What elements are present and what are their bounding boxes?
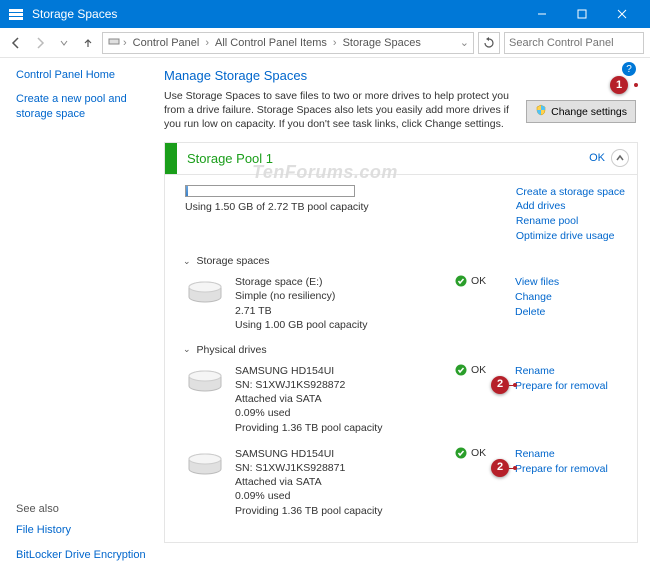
nav-bar: › Control Panel › All Control Panel Item… <box>0 28 650 58</box>
app-icon <box>8 6 24 22</box>
space-usage: Using 1.00 GB pool capacity <box>235 318 455 332</box>
close-button[interactable] <box>602 0 642 28</box>
pool-action-links: Create a storage space Add drives Rename… <box>516 185 625 244</box>
control-panel-home-link[interactable]: Control Panel Home <box>16 68 152 82</box>
capacity-bar <box>185 185 355 197</box>
rename-drive-link[interactable]: Rename <box>515 447 625 462</box>
status-text: OK <box>471 364 486 376</box>
capacity-text: Using 1.50 GB of 2.72 TB pool capacity <box>185 201 516 213</box>
help-icon[interactable]: ? <box>622 62 636 76</box>
drive-model: SAMSUNG HD154UI <box>235 364 455 378</box>
rename-drive-link[interactable]: Rename <box>515 364 625 379</box>
chevron-right-icon: › <box>333 37 337 49</box>
file-history-link[interactable]: File History <box>16 523 152 537</box>
drive-used: 0.09% used <box>235 406 455 420</box>
rename-pool-link[interactable]: Rename pool <box>516 214 625 229</box>
shield-icon <box>535 104 547 119</box>
status-text: OK <box>471 447 486 459</box>
chevron-down-icon: ⌄ <box>183 256 191 267</box>
create-pool-link[interactable]: Create a new pool and storage space <box>16 92 152 121</box>
page-heading: Manage Storage Spaces <box>164 68 638 83</box>
storage-pool: Storage Pool 1 OK Using 1.50 GB of 2.72 … <box>164 142 638 543</box>
pool-header: Storage Pool 1 OK <box>165 143 637 175</box>
change-settings-label: Change settings <box>551 106 627 118</box>
space-resiliency: Simple (no resiliency) <box>235 289 455 303</box>
collapse-button[interactable] <box>611 149 629 167</box>
minimize-button[interactable] <box>522 0 562 28</box>
chevron-down-icon: ⌄ <box>183 344 191 355</box>
drive-providing: Providing 1.36 TB pool capacity <box>235 504 455 518</box>
annotation-badge-1: 1 <box>610 76 628 94</box>
dropdown-icon[interactable]: ⌄ <box>460 36 469 49</box>
drive-used: 0.09% used <box>235 489 455 503</box>
change-settings-button[interactable]: Change settings <box>526 100 636 123</box>
status-text: OK <box>471 275 486 287</box>
prepare-removal-link[interactable]: Prepare for removal <box>515 379 625 394</box>
prepare-removal-link[interactable]: Prepare for removal <box>515 462 625 477</box>
drive-sn: SN: S1XWJ1KS928872 <box>235 378 455 392</box>
breadcrumb-item[interactable]: All Control Panel Items <box>211 37 331 49</box>
recent-dropdown[interactable] <box>54 33 74 53</box>
title-bar: Storage Spaces <box>0 0 650 28</box>
pool-status-bar <box>165 143 177 174</box>
pool-status: OK <box>589 152 611 164</box>
drive-icon <box>185 368 225 396</box>
ok-icon <box>455 364 467 376</box>
drive-icon <box>107 34 121 51</box>
breadcrumb-item[interactable]: Storage Spaces <box>339 37 425 49</box>
bitlocker-link[interactable]: BitLocker Drive Encryption <box>16 548 152 562</box>
search-input[interactable] <box>504 32 644 54</box>
optimize-link[interactable]: Optimize drive usage <box>516 229 625 244</box>
see-also-label: See also <box>16 503 152 515</box>
change-link[interactable]: Change <box>515 290 625 305</box>
breadcrumb[interactable]: › Control Panel › All Control Panel Item… <box>102 32 474 54</box>
up-button[interactable] <box>78 33 98 53</box>
storage-space-item: Storage space (E:) Simple (no resiliency… <box>185 275 625 332</box>
pool-name: Storage Pool 1 <box>177 151 589 166</box>
storage-spaces-section[interactable]: ⌄ Storage spaces <box>183 255 625 267</box>
annotation-badge-2: 2 <box>491 459 509 477</box>
annotation-badge-2: 2 <box>491 376 509 394</box>
physical-drive-item: SAMSUNG HD154UI SN: S1XWJ1KS928871 Attac… <box>185 447 625 518</box>
view-files-link[interactable]: View files <box>515 275 625 290</box>
drive-providing: Providing 1.36 TB pool capacity <box>235 421 455 435</box>
window-title: Storage Spaces <box>32 7 522 21</box>
create-space-link[interactable]: Create a storage space <box>516 185 625 200</box>
physical-drives-section[interactable]: ⌄ Physical drives <box>183 344 625 356</box>
drive-model: SAMSUNG HD154UI <box>235 447 455 461</box>
refresh-button[interactable] <box>478 32 500 54</box>
ok-icon <box>455 275 467 287</box>
maximize-button[interactable] <box>562 0 602 28</box>
drive-attached: Attached via SATA <box>235 475 455 489</box>
drive-sn: SN: S1XWJ1KS928871 <box>235 461 455 475</box>
drive-icon <box>185 451 225 479</box>
forward-button[interactable] <box>30 33 50 53</box>
delete-link[interactable]: Delete <box>515 305 625 320</box>
drive-icon <box>185 279 225 307</box>
add-drives-link[interactable]: Add drives <box>516 199 625 214</box>
physical-drive-item: SAMSUNG HD154UI SN: S1XWJ1KS928872 Attac… <box>185 364 625 435</box>
main-content: ? Manage Storage Spaces Use Storage Spac… <box>160 58 650 580</box>
drive-attached: Attached via SATA <box>235 392 455 406</box>
space-name: Storage space (E:) <box>235 275 455 289</box>
back-button[interactable] <box>6 33 26 53</box>
sidebar: Control Panel Home Create a new pool and… <box>0 58 160 580</box>
ok-icon <box>455 447 467 459</box>
breadcrumb-item[interactable]: Control Panel <box>129 37 204 49</box>
chevron-right-icon: › <box>205 37 209 49</box>
space-size: 2.71 TB <box>235 304 455 318</box>
chevron-right-icon: › <box>123 37 127 49</box>
